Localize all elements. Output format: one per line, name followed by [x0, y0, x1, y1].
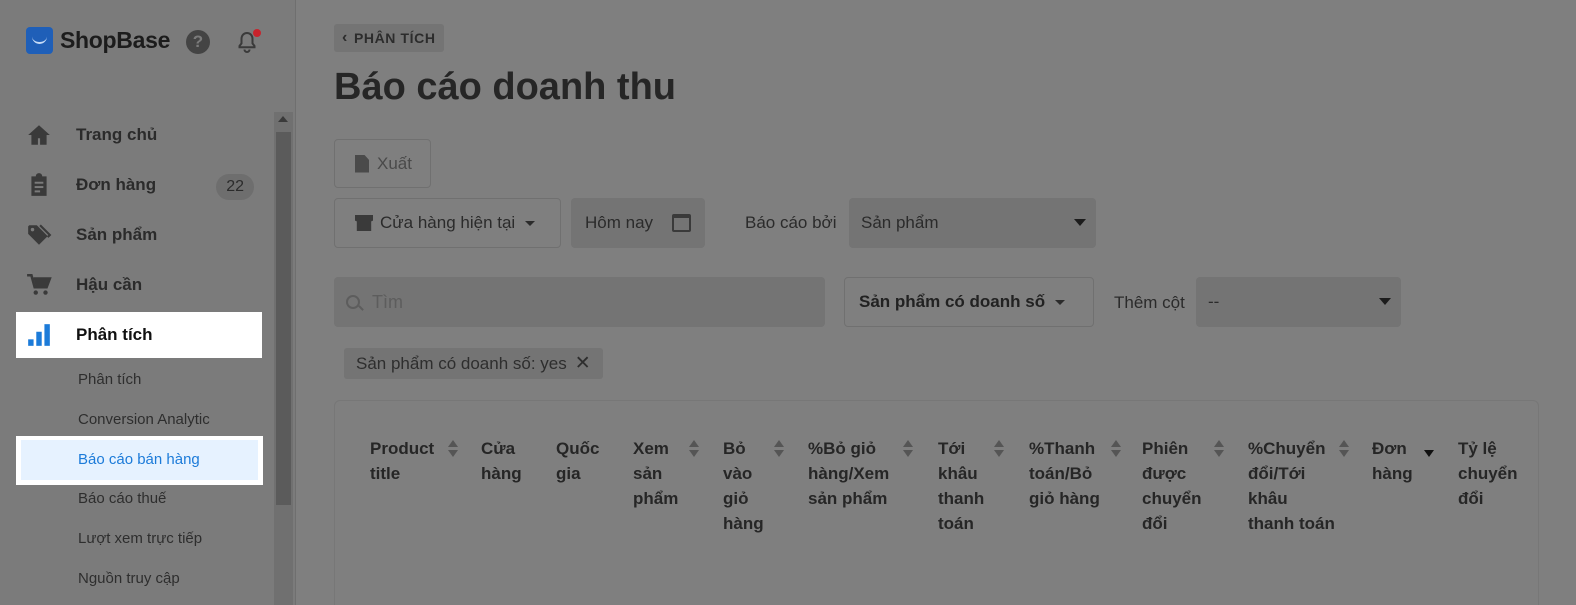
scrollbar-thumb[interactable]: [276, 132, 291, 505]
sidebar-item-logistics[interactable]: Hậu cần: [16, 262, 262, 308]
caret-down-icon: [525, 220, 536, 226]
column-header-orders[interactable]: Đơn hàng: [1372, 436, 1422, 486]
caret-down-icon: [1055, 299, 1066, 305]
sidebar-subitem-analytics[interactable]: Phân tích: [78, 371, 141, 388]
active-filter-chip: Sản phẩm có doanh số: yes ✕: [344, 348, 603, 379]
sidebar-subitem-tax-report[interactable]: Báo cáo thuế: [78, 490, 166, 507]
chevron-left-icon: ‹: [342, 29, 348, 46]
date-value: Hôm nay: [585, 213, 654, 232]
sidebar: ShopBase ? Trang chủ Đơn hàng 22 Sản phẩ…: [0, 0, 296, 605]
date-picker-field[interactable]: Hôm nay: [571, 198, 705, 248]
sort-icon[interactable]: [448, 440, 458, 458]
calendar-icon: [672, 214, 691, 232]
tag-icon: [28, 224, 52, 245]
report-by-select[interactable]: Sản phẩm: [849, 198, 1096, 248]
column-header-cart-view-ratio[interactable]: %Bỏ giỏ hàng/Xem sản phẩm: [808, 436, 900, 511]
column-header-converted-sessions[interactable]: Phiên được chuyển đổi: [1142, 436, 1214, 536]
sidebar-item-label: Đơn hàng: [76, 175, 157, 194]
column-header-store[interactable]: Cửa hàng: [481, 436, 536, 486]
sidebar-item-label: Phân tích: [76, 325, 153, 344]
column-header-conversion-rate[interactable]: Tỷ lệ chuyển đổi: [1458, 436, 1524, 511]
add-column-label: Thêm cột: [1114, 293, 1185, 312]
add-column-select[interactable]: --: [1196, 277, 1401, 327]
sidebar-scrollbar[interactable]: [274, 112, 293, 605]
sort-icon[interactable]: [689, 440, 699, 458]
filter-chip-label: Sản phẩm có doanh số: yes: [356, 353, 567, 373]
report-by-value: Sản phẩm: [861, 213, 939, 232]
column-header-add-to-cart[interactable]: Bỏ vào giỏ hàng: [723, 436, 773, 536]
search-placeholder: Tìm: [372, 291, 403, 312]
sidebar-subitem-conversion-analytic[interactable]: Conversion Analytic: [78, 411, 210, 428]
store-icon: [355, 215, 373, 231]
scroll-up-arrow-icon[interactable]: [278, 116, 288, 122]
sort-icon[interactable]: [903, 440, 913, 458]
column-header-conversion-checkout-ratio[interactable]: %Chuyển đổi/Tới khâu thanh toán: [1248, 436, 1338, 536]
sort-icon[interactable]: [1111, 440, 1121, 458]
sort-icon[interactable]: [1214, 440, 1224, 458]
brand-name: ShopBase: [60, 27, 171, 53]
column-header-product-title[interactable]: Product title: [370, 436, 442, 486]
dropdown-arrow-icon: [1379, 298, 1391, 305]
sort-icon[interactable]: [774, 440, 784, 458]
notification-dot: [253, 29, 261, 37]
column-header-checkout-cart-ratio[interactable]: %Thanh toán/Bỏ giỏ hàng: [1029, 436, 1107, 511]
sort-desc-icon[interactable]: [1424, 440, 1434, 458]
report-by-label: Báo cáo bởi: [745, 213, 837, 232]
column-header-country[interactable]: Quốc gia: [556, 436, 611, 486]
sidebar-item-label: Sản phẩm: [76, 225, 158, 244]
sort-icon[interactable]: [1339, 440, 1349, 458]
report-table: [334, 400, 1539, 605]
sidebar-subitem-sales-report-label[interactable]: Báo cáo bán hàng: [78, 451, 200, 468]
sidebar-item-label: Trang chủ: [76, 125, 158, 144]
sidebar-item-orders[interactable]: Đơn hàng 22: [16, 162, 262, 208]
shopbase-logo-icon: [26, 27, 53, 54]
add-column-value: --: [1208, 292, 1220, 311]
store-dropdown-button[interactable]: Cửa hàng hiện tại: [334, 198, 561, 248]
breadcrumb[interactable]: ‹ PHÂN TÍCH: [334, 24, 444, 52]
products-with-sales-filter-button[interactable]: Sản phẩm có doanh số: [844, 277, 1094, 327]
export-button-label: Xuất: [377, 153, 412, 173]
sidebar-subitem-traffic-source[interactable]: Nguồn truy cập: [78, 570, 180, 587]
help-icon[interactable]: ?: [186, 30, 210, 54]
cart-icon: [27, 273, 52, 295]
dropdown-arrow-icon: [1074, 219, 1086, 226]
brand-logo-link[interactable]: ShopBase: [26, 27, 170, 54]
orders-count-badge: 22: [216, 174, 254, 200]
page-title: Báo cáo doanh thu: [334, 66, 676, 108]
clipboard-icon: [31, 173, 47, 196]
home-icon: [28, 125, 50, 145]
file-export-icon: [355, 154, 369, 173]
column-header-product-views[interactable]: Xem sản phẩm: [633, 436, 681, 511]
search-icon: [346, 295, 360, 309]
export-button[interactable]: Xuất: [334, 139, 431, 188]
sidebar-item-products[interactable]: Sản phẩm: [16, 212, 262, 258]
breadcrumb-label: PHÂN TÍCH: [353, 30, 436, 46]
column-header-reached-checkout[interactable]: Tới khâu thanh toán: [938, 436, 993, 536]
close-icon[interactable]: ✕: [575, 352, 591, 375]
search-input[interactable]: Tìm: [334, 277, 825, 327]
filter-button-label: Sản phẩm có doanh số: [859, 292, 1046, 311]
sidebar-item-analytics[interactable]: Phân tích: [16, 312, 262, 358]
sidebar-item-home[interactable]: Trang chủ: [16, 112, 262, 158]
sidebar-item-label: Hậu cần: [76, 275, 143, 294]
sort-icon[interactable]: [994, 440, 1004, 458]
store-dropdown-label: Cửa hàng hiện tại: [380, 213, 516, 232]
sidebar-subitem-live-view[interactable]: Lượt xem trực tiếp: [78, 530, 202, 547]
bar-chart-icon: [28, 324, 50, 346]
main-content: ‹ PHÂN TÍCH Báo cáo doanh thu Xuất Cửa h…: [296, 0, 1576, 605]
